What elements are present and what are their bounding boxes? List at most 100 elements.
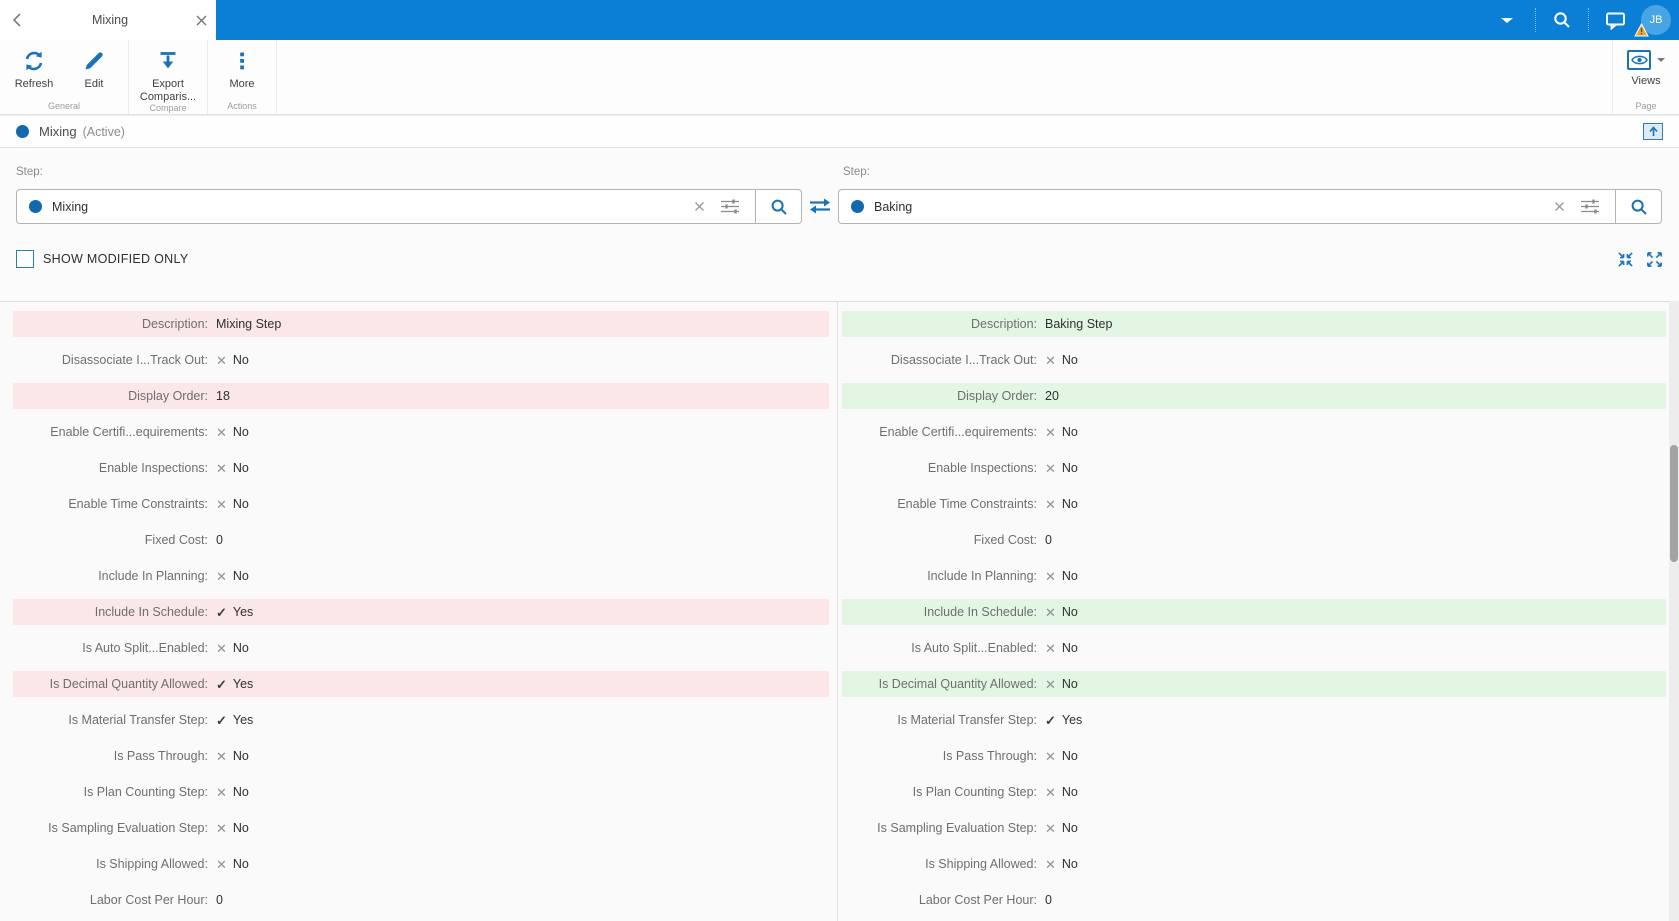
edit-button[interactable]: Edit: [64, 40, 124, 101]
export-comparison-button[interactable]: Export Comparis...: [133, 40, 203, 103]
views-button-label: Views: [1631, 75, 1661, 87]
back-button[interactable]: [0, 0, 34, 40]
yes-check-icon: ✓: [216, 604, 227, 620]
value-text: No: [232, 749, 249, 763]
expand-all-button[interactable]: [1646, 251, 1663, 268]
eye-icon: [1630, 55, 1648, 65]
step-combobox-left[interactable]: Mixing: [16, 189, 802, 224]
field-value: ✕ No: [216, 425, 249, 439]
collapse-all-button[interactable]: [1617, 251, 1634, 268]
field-label: Fixed Cost:: [973, 533, 1037, 547]
no-x-icon: ✕: [216, 568, 227, 584]
chevron-left-icon: [12, 13, 21, 27]
compare-row: Display Order: 18: [13, 383, 829, 409]
toolbar-group-general: Refresh Edit General: [0, 40, 129, 114]
step-field-label-left: Step:: [16, 166, 43, 178]
tab-area: Mixing: [0, 0, 216, 40]
search-icon: [1631, 199, 1647, 215]
search-icon: [1554, 12, 1570, 28]
appbar-dropdown-caret[interactable]: [1501, 17, 1513, 23]
field-value: ✕ No: [1045, 749, 1078, 763]
step-search-button-right[interactable]: [1615, 190, 1661, 223]
vertical-scrollbar[interactable]: [1669, 301, 1679, 921]
value-text: No: [232, 857, 249, 871]
no-x-icon: ✕: [1045, 496, 1056, 512]
field-label: Is Sampling Evaluation Step:: [877, 821, 1037, 835]
step-search-button-left[interactable]: [755, 190, 801, 223]
avatar[interactable]: JB: [1634, 5, 1671, 37]
compare-row: Fixed Cost: 0: [13, 527, 829, 553]
no-x-icon: ✕: [216, 820, 227, 836]
comparison-area: Description: Mixing Step Disassociate I...…: [0, 301, 1679, 921]
field-value: ✕ No: [1045, 677, 1078, 691]
value-text: No: [1061, 785, 1078, 799]
compare-column-right: Description: Baking Step Disassociate I...…: [842, 311, 1666, 921]
more-button[interactable]: More: [212, 40, 272, 101]
field-value: ✕ No: [216, 461, 249, 475]
compare-row: Include In Planning: ✕ No: [842, 563, 1666, 589]
field-label: Fixed Cost:: [144, 533, 208, 547]
value-text: 20: [1045, 389, 1059, 403]
value-text: No: [232, 461, 249, 475]
field-value: 0: [216, 893, 223, 907]
filter-options-button[interactable]: [720, 199, 740, 214]
refresh-button[interactable]: Refresh: [4, 40, 64, 101]
value-text: Yes: [232, 713, 254, 727]
field-label: Disassociate I...Track Out:: [61, 353, 208, 367]
record-title: Mixing: [39, 124, 77, 139]
blue-app-bar: JB: [216, 0, 1679, 40]
step-combobox-right[interactable]: Baking: [838, 189, 1662, 224]
clear-selection-button[interactable]: [694, 201, 705, 212]
tab-close-button[interactable]: [186, 0, 216, 40]
field-value: Baking Step: [1045, 317, 1112, 331]
field-label: Labor Cost Per Hour:: [89, 893, 208, 907]
field-value: Mixing Step: [216, 317, 281, 331]
value-text: No: [1061, 605, 1078, 619]
scrollbar-thumb[interactable]: [1670, 445, 1678, 562]
value-text: No: [1061, 641, 1078, 655]
search-icon: [771, 199, 787, 215]
field-label: Is Material Transfer Step:: [897, 713, 1037, 727]
app-window: Mixing JB Refresh Edit General Export Co…: [0, 0, 1679, 921]
field-label: Is Shipping Allowed:: [925, 857, 1037, 871]
toolbar-group-label-actions: Actions: [227, 101, 257, 111]
compare-row: Is Plan Counting Step: ✕ No: [842, 779, 1666, 805]
swap-steps-button[interactable]: [808, 196, 832, 221]
value-text: Yes: [1061, 713, 1083, 727]
show-modified-only-checkbox[interactable]: [16, 250, 34, 268]
top-bar: Mixing JB: [0, 0, 1679, 40]
field-value: ✕ No: [1045, 821, 1078, 835]
collapse-panel-button[interactable]: [1643, 123, 1663, 140]
toolbar-group-actions: More Actions: [208, 40, 277, 114]
export-comparison-button-label: Export Comparis...: [139, 78, 197, 103]
global-search-button[interactable]: [1548, 6, 1576, 34]
views-dropdown-caret[interactable]: [1657, 58, 1665, 62]
value-text: No: [1061, 425, 1078, 439]
value-text: Yes: [232, 677, 254, 691]
field-value: ✕ No: [216, 857, 249, 871]
views-button[interactable]: [1627, 40, 1665, 70]
value-text: No: [1061, 461, 1078, 475]
no-x-icon: ✕: [1045, 460, 1056, 476]
compare-row: Include In Planning: ✕ No: [13, 563, 829, 589]
views-box: [1627, 50, 1651, 70]
step-field-label-right: Step:: [843, 166, 870, 178]
compare-row: Is Auto Split...Enabled: ✕ No: [842, 635, 1666, 661]
more-dots-icon: [240, 52, 244, 70]
compare-row: Is Material Transfer Step: ✓ Yes: [13, 707, 829, 733]
field-label: Display Order:: [957, 389, 1037, 403]
messages-button[interactable]: [1601, 6, 1629, 34]
toolbar-group-general-buttons: Refresh Edit: [4, 40, 124, 101]
filter-options-button[interactable]: [1580, 199, 1600, 214]
field-value: ✕ No: [216, 749, 249, 763]
pencil-icon: [85, 52, 103, 70]
close-icon: [196, 15, 206, 25]
field-value: ✕ No: [216, 641, 249, 655]
clear-selection-button[interactable]: [1554, 201, 1565, 212]
compare-row: Is Pass Through: ✕ No: [13, 743, 829, 769]
yes-check-icon: ✓: [216, 676, 227, 692]
value-text: 0: [216, 893, 223, 907]
field-label: Disassociate I...Track Out:: [890, 353, 1037, 367]
toolbar-group-compare-buttons: Export Comparis...: [133, 40, 203, 103]
fit-icons: [1617, 251, 1663, 268]
